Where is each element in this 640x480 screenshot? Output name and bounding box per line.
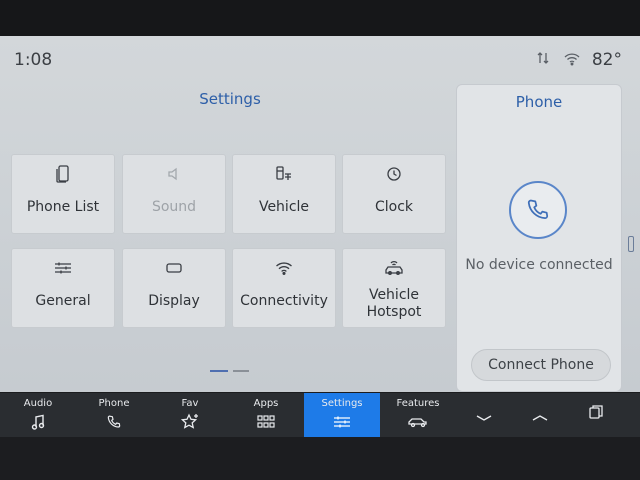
settings-title: Settings — [199, 90, 261, 108]
star-plus-icon — [180, 412, 200, 432]
nav-expand[interactable] — [512, 393, 568, 437]
phone-panel: Phone No device connected Connect Phone — [456, 84, 622, 392]
phone-status-text: No device connected — [465, 257, 613, 273]
nav-apps[interactable]: Apps — [228, 393, 304, 437]
page-dot-active — [210, 370, 228, 372]
nav-label: Features — [396, 398, 440, 409]
nav-label: Settings — [321, 398, 363, 409]
apps-grid-icon — [257, 412, 275, 432]
tile-label: Phone List — [26, 199, 100, 215]
tile-vehicle[interactable]: Vehicle — [232, 154, 336, 234]
nav-audio[interactable]: Audio — [0, 393, 76, 437]
nav-features[interactable]: Features — [380, 393, 456, 437]
data-transfer-icon — [536, 50, 552, 70]
tile-phone-list[interactable]: Phone List — [11, 154, 115, 234]
phone-panel-title: Phone — [515, 93, 563, 111]
nav-phone[interactable]: Phone — [76, 393, 152, 437]
nav-settings[interactable]: Settings — [304, 393, 380, 437]
screen: 1:08 82° Settings Phone List Sound Vehic… — [0, 36, 640, 392]
speaker-icon — [166, 163, 182, 185]
tile-display[interactable]: Display — [122, 248, 226, 328]
tile-sound[interactable]: Sound — [122, 154, 226, 234]
vehicle-hotspot-icon — [383, 257, 405, 279]
display-icon — [165, 257, 183, 279]
wifi-icon — [275, 257, 293, 279]
phone-icon — [106, 412, 122, 432]
chevron-down-icon — [475, 408, 493, 428]
temperature: 82° — [591, 50, 622, 70]
nav-label: Phone — [98, 398, 130, 409]
tile-label: Display — [148, 293, 200, 309]
car-icon — [407, 412, 429, 432]
nav-collapse[interactable] — [456, 393, 512, 437]
tile-clock[interactable]: Clock — [342, 154, 446, 234]
top-bezel — [0, 0, 640, 36]
tile-label: Clock — [374, 199, 414, 215]
sliders-icon — [333, 412, 351, 432]
nav-label: Audio — [23, 398, 53, 409]
nav-label: Apps — [253, 398, 279, 409]
status-bar-right: 82° — [536, 50, 622, 70]
tile-general[interactable]: General — [11, 248, 115, 328]
chevron-up-icon — [531, 408, 549, 428]
tile-label: Vehicle — [258, 199, 310, 215]
music-note-icon — [31, 412, 45, 432]
tile-vehicle-hotspot[interactable]: Vehicle Hotspot — [342, 248, 446, 328]
page-dot — [233, 370, 249, 372]
phone-list-icon — [55, 163, 71, 185]
clock-icon — [386, 163, 402, 185]
tile-label: Sound — [151, 199, 197, 215]
tile-label: General — [35, 293, 91, 309]
nav-label: Fav — [181, 398, 199, 409]
bottom-bezel — [0, 437, 640, 480]
connect-phone-button[interactable]: Connect Phone — [471, 349, 611, 381]
nav-multi-window[interactable] — [568, 393, 624, 437]
nav-fav[interactable]: Fav — [152, 393, 228, 437]
bottom-nav-bar: Audio Phone Fav Apps Settings Features — [0, 393, 640, 437]
multi-window-icon — [588, 402, 604, 422]
scrollbar-thumb[interactable] — [628, 236, 634, 252]
tile-connectivity[interactable]: Connectivity — [232, 248, 336, 328]
page-indicator — [210, 370, 249, 372]
vehicle-settings-icon — [274, 163, 294, 185]
tile-label: Connectivity — [240, 293, 328, 309]
scrollbar[interactable] — [628, 222, 634, 332]
sliders-icon — [54, 257, 72, 279]
wifi-status-icon — [564, 51, 580, 70]
status-time: 1:08 — [14, 50, 53, 70]
tile-label: Vehicle Hotspot — [366, 287, 422, 320]
phone-circle-icon — [509, 181, 567, 239]
